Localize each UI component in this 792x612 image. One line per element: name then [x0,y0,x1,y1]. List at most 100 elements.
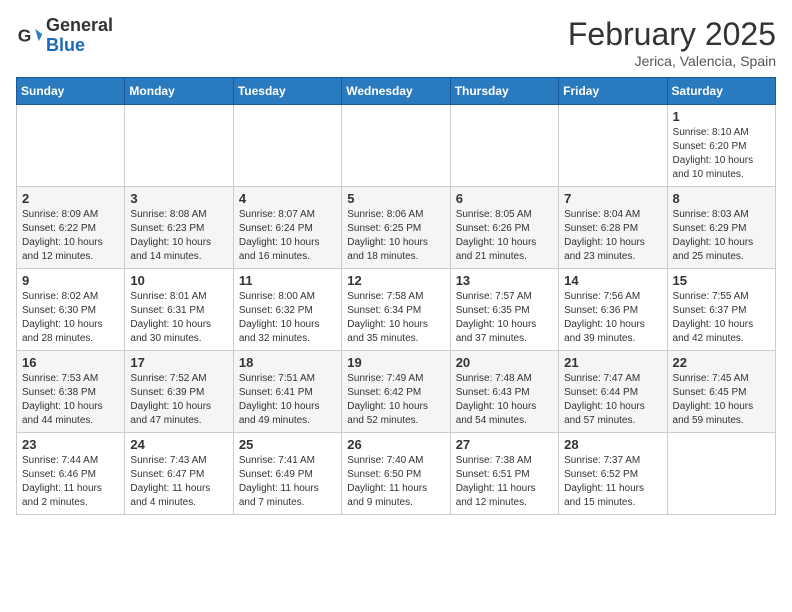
day-number: 25 [239,437,336,452]
day-number: 5 [347,191,444,206]
day-info: Sunrise: 8:07 AM Sunset: 6:24 PM Dayligh… [239,208,336,264]
title-block: February 2025 Jerica, Valencia, Spain [568,16,776,69]
day-info: Sunrise: 8:02 AM Sunset: 6:30 PM Dayligh… [22,290,119,346]
calendar-cell: 15Sunrise: 7:55 AM Sunset: 6:37 PM Dayli… [667,269,775,351]
calendar-cell: 2 Sunrise: 8:09 AM Sunset: 6:22 PM Daylig… [17,187,125,269]
page-header: G General Blue February 2025 Jerica, Val… [16,16,776,69]
calendar-cell: 25 Sunrise: 7:41 AM Sunset: 6:49 PM Dayli… [233,433,341,515]
day-number: 28 [564,437,661,452]
day-info: Sunrise: 8:04 AM Sunset: 6:28 PM Dayligh… [564,208,661,264]
calendar-cell: 18 Sunrise: 7:51 AM Sunset: 6:41 PM Dayli… [233,351,341,433]
calendar-cell: 28Sunrise: 7:37 AM Sunset: 6:52 PM Dayli… [559,433,667,515]
day-number: 24 [130,437,227,452]
day-number: 22 [673,355,770,370]
day-number: 18 [239,355,336,370]
calendar-cell: 20 Sunrise: 7:48 AM Sunset: 6:43 PM Dayli… [450,351,558,433]
calendar-cell: 22 Sunrise: 7:45 AM Sunset: 6:45 PM Dayli… [667,351,775,433]
calendar-cell [559,105,667,187]
weekday-header-sunday: Sunday [17,78,125,105]
day-info: Sunrise: 7:40 AM Sunset: 6:50 PM Dayligh… [347,454,444,510]
day-info: Sunrise: 8:10 AM Sunset: 6:20 PM Dayligh… [673,126,770,182]
calendar-cell: 24 Sunrise: 7:43 AM Sunset: 6:47 PM Dayli… [125,433,233,515]
day-info: Sunrise: 7:56 AM Sunset: 6:36 PM Dayligh… [564,290,661,346]
weekday-header-monday: Monday [125,78,233,105]
day-info: Sunrise: 8:06 AM Sunset: 6:25 PM Dayligh… [347,208,444,264]
calendar-cell: 6 Sunrise: 8:05 AM Sunset: 6:26 PM Daylig… [450,187,558,269]
weekday-header-saturday: Saturday [667,78,775,105]
calendar-cell: 1 Sunrise: 8:10 AM Sunset: 6:20 PM Daylig… [667,105,775,187]
calendar-cell: 14Sunrise: 7:56 AM Sunset: 6:36 PM Dayli… [559,269,667,351]
day-number: 27 [456,437,553,452]
svg-text:G: G [18,25,32,45]
day-number: 7 [564,191,661,206]
day-number: 23 [22,437,119,452]
day-number: 2 [22,191,119,206]
calendar-cell [450,105,558,187]
location: Jerica, Valencia, Spain [568,53,776,69]
day-info: Sunrise: 7:48 AM Sunset: 6:43 PM Dayligh… [456,372,553,428]
day-number: 19 [347,355,444,370]
day-info: Sunrise: 7:52 AM Sunset: 6:39 PM Dayligh… [130,372,227,428]
calendar-cell: 4 Sunrise: 8:07 AM Sunset: 6:24 PM Daylig… [233,187,341,269]
day-number: 17 [130,355,227,370]
day-number: 3 [130,191,227,206]
day-number: 4 [239,191,336,206]
day-number: 11 [239,273,336,288]
day-number: 20 [456,355,553,370]
day-number: 13 [456,273,553,288]
calendar-cell [342,105,450,187]
calendar-cell: 16 Sunrise: 7:53 AM Sunset: 6:38 PM Dayli… [17,351,125,433]
day-info: Sunrise: 8:08 AM Sunset: 6:23 PM Dayligh… [130,208,227,264]
calendar-cell: 21 Sunrise: 7:47 AM Sunset: 6:44 PM Dayli… [559,351,667,433]
day-info: Sunrise: 7:47 AM Sunset: 6:44 PM Dayligh… [564,372,661,428]
day-info: Sunrise: 7:49 AM Sunset: 6:42 PM Dayligh… [347,372,444,428]
calendar: SundayMondayTuesdayWednesdayThursdayFrid… [16,77,776,515]
weekday-header-wednesday: Wednesday [342,78,450,105]
calendar-cell: 12Sunrise: 7:58 AM Sunset: 6:34 PM Dayli… [342,269,450,351]
calendar-cell: 7 Sunrise: 8:04 AM Sunset: 6:28 PM Daylig… [559,187,667,269]
day-info: Sunrise: 8:00 AM Sunset: 6:32 PM Dayligh… [239,290,336,346]
weekday-header-thursday: Thursday [450,78,558,105]
calendar-cell: 26 Sunrise: 7:40 AM Sunset: 6:50 PM Dayli… [342,433,450,515]
logo: G General Blue [16,16,113,56]
calendar-cell: 23 Sunrise: 7:44 AM Sunset: 6:46 PM Dayli… [17,433,125,515]
day-info: Sunrise: 7:43 AM Sunset: 6:47 PM Dayligh… [130,454,227,510]
calendar-cell [125,105,233,187]
day-number: 12 [347,273,444,288]
day-number: 16 [22,355,119,370]
calendar-cell: 19 Sunrise: 7:49 AM Sunset: 6:42 PM Dayli… [342,351,450,433]
calendar-cell [233,105,341,187]
day-info: Sunrise: 8:01 AM Sunset: 6:31 PM Dayligh… [130,290,227,346]
day-info: Sunrise: 7:57 AM Sunset: 6:35 PM Dayligh… [456,290,553,346]
day-number: 8 [673,191,770,206]
day-number: 1 [673,109,770,124]
day-info: Sunrise: 7:51 AM Sunset: 6:41 PM Dayligh… [239,372,336,428]
logo-text: General Blue [46,16,113,56]
day-info: Sunrise: 7:41 AM Sunset: 6:49 PM Dayligh… [239,454,336,510]
calendar-cell: 8 Sunrise: 8:03 AM Sunset: 6:29 PM Daylig… [667,187,775,269]
day-info: Sunrise: 8:03 AM Sunset: 6:29 PM Dayligh… [673,208,770,264]
calendar-cell: 3 Sunrise: 8:08 AM Sunset: 6:23 PM Daylig… [125,187,233,269]
calendar-cell: 27 Sunrise: 7:38 AM Sunset: 6:51 PM Dayli… [450,433,558,515]
day-info: Sunrise: 7:53 AM Sunset: 6:38 PM Dayligh… [22,372,119,428]
day-number: 9 [22,273,119,288]
calendar-cell [17,105,125,187]
day-info: Sunrise: 7:45 AM Sunset: 6:45 PM Dayligh… [673,372,770,428]
day-number: 26 [347,437,444,452]
day-number: 21 [564,355,661,370]
day-info: Sunrise: 7:38 AM Sunset: 6:51 PM Dayligh… [456,454,553,510]
day-info: Sunrise: 7:44 AM Sunset: 6:46 PM Dayligh… [22,454,119,510]
calendar-cell: 11 Sunrise: 8:00 AM Sunset: 6:32 PM Dayli… [233,269,341,351]
calendar-cell: 9 Sunrise: 8:02 AM Sunset: 6:30 PM Daylig… [17,269,125,351]
day-info: Sunrise: 8:05 AM Sunset: 6:26 PM Dayligh… [456,208,553,264]
calendar-cell: 5 Sunrise: 8:06 AM Sunset: 6:25 PM Daylig… [342,187,450,269]
day-info: Sunrise: 8:09 AM Sunset: 6:22 PM Dayligh… [22,208,119,264]
calendar-cell: 10 Sunrise: 8:01 AM Sunset: 6:31 PM Dayli… [125,269,233,351]
day-number: 6 [456,191,553,206]
logo-icon: G [16,22,44,50]
day-number: 10 [130,273,227,288]
month-title: February 2025 [568,16,776,53]
calendar-cell [667,433,775,515]
calendar-cell: 13 Sunrise: 7:57 AM Sunset: 6:35 PM Dayli… [450,269,558,351]
day-number: 15 [673,273,770,288]
